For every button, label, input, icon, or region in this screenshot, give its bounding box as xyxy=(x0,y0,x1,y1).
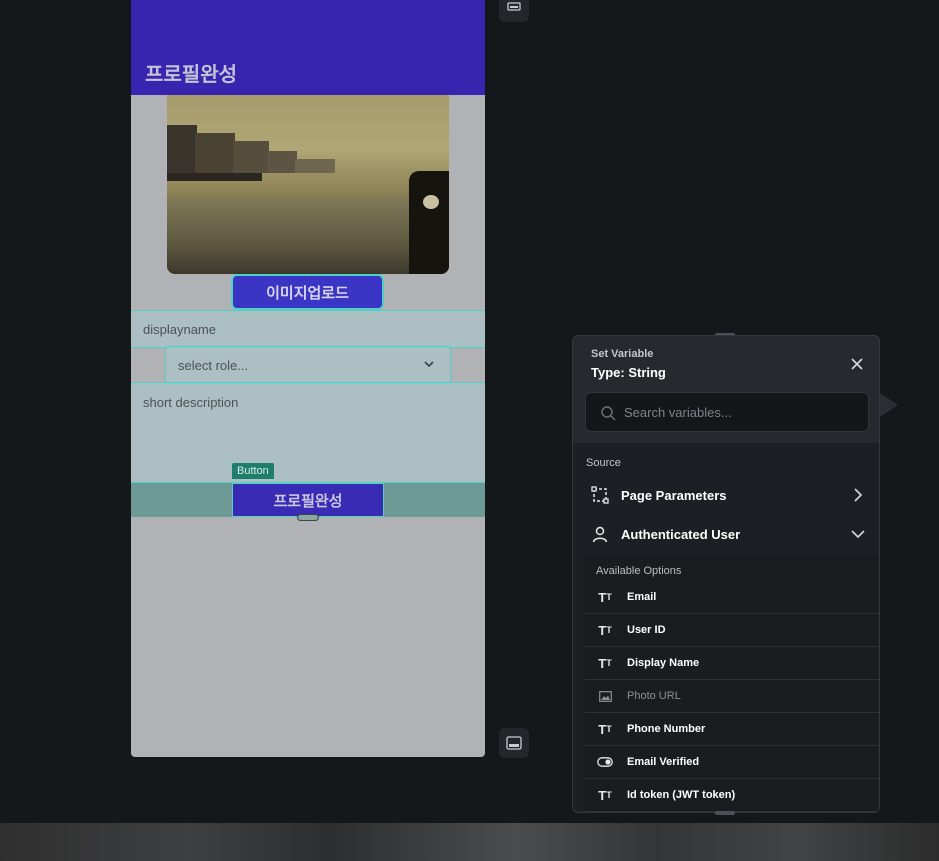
source-page-parameters[interactable]: Page Parameters xyxy=(573,477,879,513)
option-display-name[interactable]: TT Display Name xyxy=(585,647,879,680)
user-icon xyxy=(592,526,608,543)
chevron-down-icon xyxy=(424,361,434,368)
background-strip xyxy=(0,823,939,861)
toggle-icon xyxy=(596,755,614,769)
search-box xyxy=(585,392,869,432)
role-dropdown-placeholder: select role... xyxy=(178,358,249,373)
option-photo-url: Photo URL xyxy=(585,680,879,713)
option-user-id[interactable]: TT User ID xyxy=(585,614,879,647)
option-id-token[interactable]: TT Id token (JWT token) xyxy=(585,779,879,812)
panel-header: Set Variable Type: String xyxy=(573,336,879,443)
short-description-field[interactable]: short description xyxy=(131,382,485,483)
available-options-list: Available Options TT Email TT User ID TT… xyxy=(585,555,879,812)
available-options-label: Available Options xyxy=(596,565,682,577)
keyboard-toggle-icon[interactable] xyxy=(499,728,529,758)
panel-drag-handle-bottom[interactable] xyxy=(715,811,735,815)
app-bar: 프로필완성 xyxy=(131,0,485,95)
close-icon[interactable] xyxy=(850,357,864,371)
panel-subtitle: Set Variable xyxy=(591,348,654,360)
complete-profile-button[interactable]: 프로필완성 xyxy=(232,483,384,517)
option-label: Display Name xyxy=(627,657,700,669)
source-authenticated-user[interactable]: Authenticated User xyxy=(573,516,879,552)
displayname-field[interactable]: displayname xyxy=(131,310,485,348)
phone-canvas: 프로필완성 이미지업로드 displayname select role... … xyxy=(131,0,485,757)
page-title: 프로필완성 xyxy=(145,64,237,86)
panel-title: Type: String xyxy=(591,365,666,380)
upload-image-button[interactable]: 이미지업로드 xyxy=(231,274,384,310)
source-label-authenticated-user: Authenticated User xyxy=(621,526,741,542)
resize-handle[interactable] xyxy=(297,514,319,521)
text-type-icon: TT xyxy=(598,721,612,737)
chevron-down-icon xyxy=(851,530,865,539)
text-type-icon: TT xyxy=(598,655,612,671)
text-type-icon: TT xyxy=(598,622,612,638)
option-email-verified[interactable]: Email Verified xyxy=(585,746,879,779)
search-icon xyxy=(601,406,616,421)
role-dropdown[interactable]: select role... xyxy=(165,346,451,384)
option-label: Photo URL xyxy=(627,690,681,702)
option-phone-number[interactable]: TT Phone Number xyxy=(585,713,879,746)
option-label: Email Verified xyxy=(627,756,700,768)
option-email[interactable]: TT Email xyxy=(585,581,879,614)
profile-image[interactable] xyxy=(167,95,449,274)
source-label-page-parameters: Page Parameters xyxy=(621,487,727,503)
device-icon[interactable] xyxy=(499,0,529,22)
option-label: Email xyxy=(627,591,657,603)
chevron-right-icon xyxy=(854,488,863,502)
option-label: User ID xyxy=(627,624,666,636)
option-label: Id token (JWT token) xyxy=(627,789,736,801)
widget-type-tag: Button xyxy=(232,463,274,479)
image-icon xyxy=(596,689,614,703)
text-type-icon: TT xyxy=(598,589,612,605)
option-label: Phone Number xyxy=(627,723,706,735)
search-input[interactable] xyxy=(624,393,864,431)
panel-pointer xyxy=(880,393,898,417)
source-label: Source xyxy=(586,457,621,469)
page-parameters-icon xyxy=(591,486,609,504)
set-variable-panel: Set Variable Type: String Source Page Pa… xyxy=(572,335,880,813)
text-type-icon: TT xyxy=(598,787,612,803)
